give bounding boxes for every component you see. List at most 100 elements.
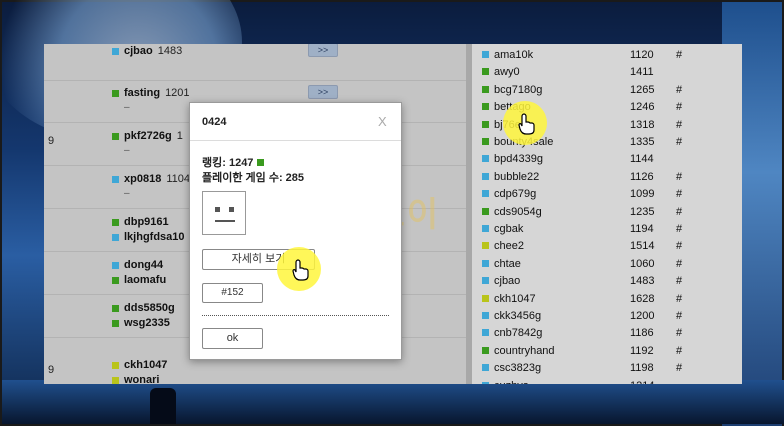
user-name[interactable]: cdp679g (494, 188, 536, 200)
list-item[interactable]: cdp679g 1099 # (480, 185, 720, 203)
user-name[interactable]: cjbao (124, 45, 153, 57)
list-item[interactable]: cnb7842g 1186 # (480, 324, 720, 342)
hand-pointer-icon (518, 113, 535, 135)
user-name[interactable]: ckh1047 (494, 293, 536, 305)
user-name[interactable]: ama10k (494, 49, 533, 61)
status-green-icon (112, 89, 119, 97)
status-blue-icon (112, 47, 119, 55)
hash-marker: # (676, 362, 683, 375)
user-score: 1060 (630, 257, 655, 270)
empty-slot: – (124, 188, 130, 199)
list-item[interactable]: cjbao 1483 # (480, 272, 720, 290)
user-name[interactable]: cuzhya (494, 380, 529, 384)
status-green-icon (482, 346, 489, 354)
user-score: 1318 (630, 118, 655, 131)
user-score: 1104 (166, 173, 190, 185)
list-item: wsg2335 (112, 316, 170, 330)
list-item[interactable]: cds9054g 1235 # (480, 203, 720, 221)
user-name[interactable]: wsg2335 (124, 317, 170, 329)
hash-marker: # (676, 136, 683, 148)
list-item[interactable]: ckh1047 1628 # (480, 290, 720, 308)
status-green-icon (112, 319, 119, 327)
close-icon[interactable]: X (378, 114, 387, 129)
hash-marker: # (676, 205, 683, 218)
hash-marker: # (676, 223, 683, 235)
list-item: cjbao 1483 (112, 44, 182, 58)
list-item: xp0818 1104 (112, 172, 190, 186)
user-name[interactable]: cnb7842g (494, 327, 542, 339)
user-name[interactable]: laomafu (124, 274, 166, 286)
hash-marker: # (676, 188, 683, 201)
list-item[interactable]: cgbak 1194 # (480, 220, 720, 238)
hash-marker: # (676, 118, 683, 131)
hash-marker: # (676, 327, 683, 340)
list-item[interactable]: csc3823g 1198 # (480, 359, 720, 377)
ok-button[interactable]: ok (202, 328, 263, 349)
user-score: 1186 (630, 327, 654, 340)
user-name[interactable]: dds5850g (124, 302, 175, 314)
list-item[interactable]: ama10k 1120 # (480, 46, 720, 64)
list-item[interactable]: bpd4339g 1144 (480, 150, 720, 168)
avatar-eye-left (215, 207, 220, 212)
status-blue-icon (482, 172, 489, 180)
user-name[interactable]: dong44 (124, 259, 163, 271)
list-item[interactable]: awy0 1411 (480, 63, 720, 81)
background-figure (150, 388, 176, 424)
expand-button[interactable]: >> (308, 44, 338, 57)
expand-button[interactable]: >> (308, 85, 338, 99)
user-name[interactable]: ckh1047 (124, 359, 167, 371)
ranking-label: 랭킹: 1247 (202, 157, 254, 169)
hash-marker: # (676, 275, 683, 288)
user-name[interactable]: awy0 (494, 66, 520, 78)
user-name[interactable]: wonari (124, 374, 159, 384)
list-item[interactable]: chee2 1514 # (480, 237, 720, 255)
hash-marker: # (676, 101, 683, 114)
modal-title: 0424 (202, 116, 227, 128)
user-name[interactable]: dbp9161 (124, 216, 169, 228)
user-score: 1192 (630, 344, 654, 357)
list-item: ckh1047 (112, 358, 167, 372)
list-item[interactable]: cuzhya 1214 (480, 377, 720, 384)
user-name[interactable]: chee2 (494, 240, 524, 252)
user-score: 1201 (165, 87, 190, 99)
hash-marker: # (676, 240, 683, 253)
list-item: pkf2726g 1 (112, 129, 183, 143)
user-score: 1246 (630, 101, 655, 114)
status-green-icon (482, 207, 489, 215)
list-item: wonari (112, 373, 159, 384)
user-name[interactable]: cjbao (494, 275, 520, 287)
status-green-icon (112, 218, 119, 226)
list-item[interactable]: ckk3456g 1200 # (480, 307, 720, 325)
list-item[interactable]: bubble22 1126 # (480, 168, 720, 186)
hash-marker: # (676, 257, 683, 270)
hand-pointer-icon (292, 259, 309, 281)
table-row[interactable]: cjbao 1483 >> (44, 44, 466, 81)
row-rank: 9 (48, 364, 55, 376)
user-name[interactable]: chtae (494, 258, 521, 270)
modal-separator (202, 315, 389, 316)
user-name[interactable]: countryhand (494, 345, 555, 357)
status-blue-icon (482, 225, 489, 232)
user-score: 1 (176, 130, 183, 142)
status-olive-icon (482, 294, 489, 302)
hash-marker: # (676, 49, 683, 61)
user-name[interactable]: cds9054g (494, 206, 542, 218)
user-name[interactable]: cgbak (494, 223, 523, 235)
user-name[interactable]: ckk3456g (494, 310, 541, 322)
user-name[interactable]: csc3823g (494, 362, 541, 374)
user-name[interactable]: pkf2726g (124, 130, 172, 142)
list-item[interactable]: bcg7180g 1265 # (480, 81, 720, 99)
ranking-number-button[interactable]: #152 (202, 283, 263, 303)
list-item[interactable]: chtae 1060 # (480, 255, 720, 273)
user-name[interactable]: xp0818 (124, 173, 161, 185)
hash-marker: # (676, 292, 683, 305)
user-name[interactable]: bcg7180g (494, 84, 542, 96)
list-item[interactable]: countryhand 1192 # (480, 342, 720, 360)
user-name[interactable]: fasting (124, 87, 160, 99)
user-name[interactable]: lkjhgfdsa10 (124, 231, 185, 243)
status-blue-icon (482, 277, 489, 285)
user-score: 1126 (630, 170, 654, 183)
hash-marker: # (676, 83, 683, 96)
user-name[interactable]: bpd4339g (494, 153, 543, 165)
user-name[interactable]: bubble22 (494, 171, 539, 183)
